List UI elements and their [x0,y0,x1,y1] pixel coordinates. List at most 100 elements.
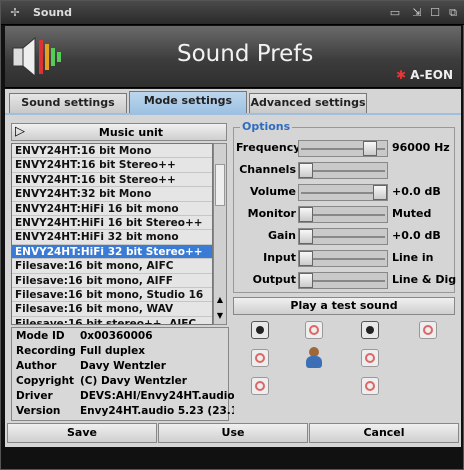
volume-row: Volume +0.0 dB [234,182,456,202]
slider-knob[interactable] [299,229,313,244]
music-unit-label: Music unit [98,126,164,139]
speaker-disabled-icon[interactable] [361,349,379,367]
list-item[interactable]: Filesave:16 bit stereo++, AIFC [12,317,212,324]
output-slider[interactable] [298,272,388,289]
frequency-value: 96000 Hz [392,141,450,154]
scrollbar-thumb[interactable] [215,164,225,206]
list-item-selected[interactable]: ENVY24HT:HiFi 32 bit Stereo++ [12,244,212,260]
aeon-logo: ✱ A-EON [396,68,453,82]
list-item[interactable]: ENVY24HT:16 bit Stereo++ [12,158,212,173]
speaker-icon [12,36,61,78]
tab-advanced-settings[interactable]: Advanced settings [249,93,367,113]
list-item[interactable]: Filesave:16 bit mono, WAV [12,302,212,317]
sound-prefs-window: ✢ Sound ▭ ⇲ ☐ ⧉ Sound Prefs ✱ A-EON Soun… [0,0,464,470]
list-item[interactable]: Filesave:16 bit mono, AIFC [12,259,212,274]
info-value: Davy Wentzler [80,360,166,372]
title-bar[interactable]: ✢ Sound ▭ ⇲ ☐ ⧉ [1,1,464,25]
save-button[interactable]: Save [7,423,157,443]
monitor-value: Muted [392,207,432,220]
slider-knob[interactable] [299,163,313,178]
info-key: Version [16,405,61,417]
speaker-disabled-icon[interactable] [419,321,437,339]
options-group: Options Frequency 96000 Hz Channels Volu… [233,120,456,293]
info-key: Copyright [16,375,75,387]
volume-slider[interactable] [298,184,388,201]
list-item[interactable]: Filesave:16 bit mono, AIFF [12,274,212,288]
mode-list[interactable]: ENVY24HT:16 bit Mono ENVY24HT:16 bit Ste… [11,143,213,325]
frequency-row: Frequency 96000 Hz [234,138,456,158]
info-value: DEVS:AHI/Envy24HT.audio [80,390,234,402]
speaker-disabled-icon[interactable] [305,321,323,339]
play-test-sound-button[interactable]: Play a test sound [233,297,455,315]
channels-slider[interactable] [298,162,388,179]
frequency-slider[interactable] [298,140,388,157]
header-banner: Sound Prefs ✱ A-EON [5,26,461,88]
volume-label: Volume [250,185,296,198]
input-value: Line in [392,251,434,264]
volume-value: +0.0 dB [392,185,441,198]
minimize-icon[interactable]: ⇲ [409,5,425,21]
window-title: Sound [33,6,73,19]
slider-knob[interactable] [299,273,313,288]
gain-slider[interactable] [298,228,388,245]
speaker-active-icon[interactable] [361,321,379,339]
tab-mode-settings[interactable]: Mode settings [129,91,247,113]
mode-list-scrollbar[interactable]: ▲ ▼ [213,143,227,325]
channels-row: Channels [234,160,456,180]
info-value: (C) Davy Wentzler [80,375,187,387]
scroll-down-icon[interactable]: ▼ [215,310,225,322]
channels-label: Channels [239,163,296,176]
cancel-button[interactable]: Cancel [309,423,459,443]
listener-icon [305,347,323,369]
info-key: Author [16,360,57,372]
info-key: Driver [16,390,53,402]
info-value: Envy24HT.audio 5.23 (23.11.2 [80,405,234,417]
info-key: Mode ID [16,330,65,342]
zoom-icon[interactable]: ☐ [427,5,443,21]
output-value: Line & Digi [392,273,456,286]
depth-icon[interactable]: ⧉ [445,5,461,21]
info-key: Recording [16,345,76,357]
list-item[interactable]: Filesave:16 bit mono, Studio 16 [12,288,212,303]
frequency-label: Frequency [236,141,301,154]
slider-knob[interactable] [373,185,387,200]
music-unit-button[interactable]: ▷ Music unit [11,123,227,141]
input-label: Input [263,251,296,264]
input-slider[interactable] [298,250,388,267]
list-item[interactable]: ENVY24HT:HiFi 16 bit mono [12,202,212,216]
footer-bar: Save Use Cancel [5,421,461,445]
monitor-row: Monitor Muted [234,204,456,224]
gain-row: Gain +0.0 dB [234,226,456,246]
mode-info-panel: Mode ID 0x00360006 Recording Full duplex A… [11,327,234,421]
monitor-slider[interactable] [298,206,388,223]
main-panel: Sound settings Mode settings Advanced se… [5,89,461,447]
list-item[interactable]: ENVY24HT:HiFi 16 bit Stereo++ [12,216,212,231]
output-row: Output Line & Digi [234,270,456,290]
monitor-label: Monitor [247,207,296,220]
list-item[interactable]: ENVY24HT:16 bit Stereo++ [12,173,212,188]
slider-knob[interactable] [299,207,313,222]
input-row: Input Line in [234,248,456,268]
aeon-logo-icon: ✱ [396,68,407,82]
speaker-disabled-icon[interactable] [251,349,269,367]
list-item[interactable]: ENVY24HT:16 bit Mono [12,144,212,159]
close-window-icon[interactable]: ✢ [7,5,23,21]
tab-sound-settings[interactable]: Sound settings [9,93,127,113]
gain-label: Gain [267,229,296,242]
slider-knob[interactable] [363,141,377,156]
iconify-icon[interactable]: ▭ [387,5,403,21]
play-icon[interactable]: ▷ [15,124,25,139]
speaker-disabled-icon[interactable] [251,377,269,395]
info-value: 0x00360006 [80,330,153,342]
list-item[interactable]: ENVY24HT:HiFi 32 bit mono [12,230,212,245]
use-button[interactable]: Use [158,423,308,443]
tab-divider [5,113,461,115]
speaker-disabled-icon[interactable] [361,377,379,395]
gain-value: +0.0 dB [392,229,441,242]
scroll-up-icon[interactable]: ▲ [215,294,225,306]
speaker-active-icon[interactable] [251,321,269,339]
options-legend: Options [240,120,293,133]
list-item[interactable]: ENVY24HT:32 bit Mono [12,187,212,202]
banner-title: Sound Prefs [177,41,314,67]
slider-knob[interactable] [299,251,313,266]
